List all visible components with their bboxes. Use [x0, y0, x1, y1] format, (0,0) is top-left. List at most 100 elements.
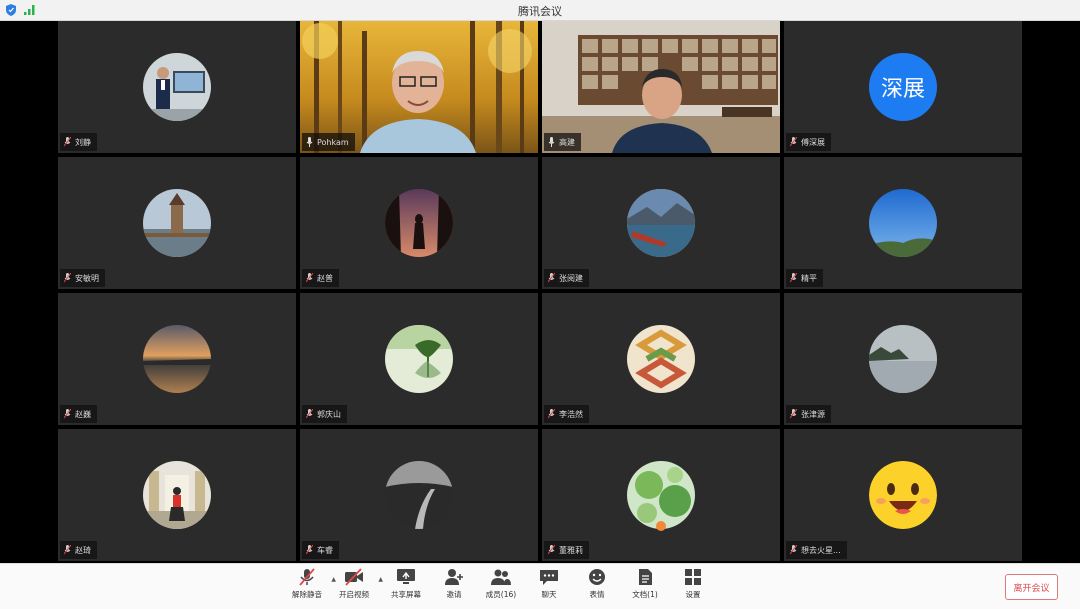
video-grid: 刘静 Pohkam 高建 深展 傅深展 安敏明 赵普 张阅建 精平 赵巍 郭庆山…	[0, 21, 1080, 563]
mic-muted-icon	[64, 545, 71, 555]
participant-name: 李浩然	[559, 409, 583, 419]
name-tag: 精平	[786, 269, 823, 287]
meeting-toolbar: 解除静音 ▲ 开启视频 ▲ 共享屏幕 邀请 成员(16) 聊天 表情 文档(1)…	[0, 563, 1080, 609]
participant-name: 安敏明	[75, 273, 99, 283]
members-label: 成员(16)	[485, 590, 517, 599]
unmute-label: 解除静音	[292, 590, 322, 599]
name-tag: 张阅建	[544, 269, 589, 287]
reactions-label: 表情	[589, 590, 605, 599]
participant-tile[interactable]: 车睿	[300, 429, 538, 561]
camera-off-icon	[345, 568, 363, 586]
avatar	[627, 325, 695, 393]
participant-tile[interactable]: 刘静	[58, 21, 296, 153]
documents-button[interactable]: 文档(1)	[622, 568, 668, 606]
participant-tile[interactable]: Pohkam	[300, 21, 538, 153]
avatar	[143, 53, 211, 121]
name-tag: 赵琦	[60, 541, 97, 559]
mic-muted-icon	[299, 568, 315, 586]
badge-icon	[656, 521, 666, 531]
document-icon	[639, 569, 652, 585]
unmute-button[interactable]: 解除静音 ▲	[284, 568, 336, 606]
add-user-icon	[445, 569, 463, 585]
mic-icon	[548, 137, 555, 147]
mic-muted-icon	[790, 137, 797, 147]
name-tag: 李浩然	[544, 405, 589, 423]
avatar	[385, 461, 453, 529]
mic-muted-icon	[64, 409, 71, 419]
chat-icon	[540, 570, 558, 585]
invite-button[interactable]: 邀请	[431, 568, 477, 606]
share-screen-label: 共享屏幕	[391, 590, 421, 599]
avatar	[627, 189, 695, 257]
apps-grid-icon	[685, 569, 701, 585]
start-video-button[interactable]: 开启视频 ▲	[331, 568, 383, 606]
participant-name: 董雅莉	[559, 545, 583, 555]
leave-meeting-button[interactable]: 离开会议	[1005, 574, 1058, 600]
avatar	[627, 461, 695, 529]
name-tag: 高建	[544, 133, 581, 151]
participant-tile[interactable]: 赵琦	[58, 429, 296, 561]
participant-tile[interactable]: 郭庆山	[300, 293, 538, 425]
avatar	[869, 325, 937, 393]
name-tag: Pohkam	[302, 133, 355, 151]
participant-name: 精平	[801, 273, 817, 283]
participant-tile[interactable]: 张津源	[784, 293, 1022, 425]
smiley-avatar	[869, 461, 937, 529]
mic-muted-icon	[306, 545, 313, 555]
participant-tile[interactable]: 安敏明	[58, 157, 296, 289]
name-tag: 傅深展	[786, 133, 831, 151]
name-tag: 车睿	[302, 541, 339, 559]
documents-label: 文档(1)	[632, 590, 658, 599]
participant-name: Pohkam	[317, 137, 349, 147]
participant-name: 高建	[559, 137, 575, 147]
participant-name: 郭庆山	[317, 409, 341, 419]
mic-muted-icon	[790, 409, 797, 419]
members-button[interactable]: 成员(16)	[478, 568, 524, 606]
share-screen-icon	[397, 569, 415, 584]
participant-tile[interactable]: 高建	[542, 21, 780, 153]
name-tag: 郭庆山	[302, 405, 347, 423]
title-bar: 腾讯会议	[0, 0, 1080, 21]
mic-muted-icon	[790, 273, 797, 283]
participant-name: 张阅建	[559, 273, 583, 283]
share-screen-button[interactable]: 共享屏幕	[383, 568, 429, 606]
mic-muted-icon	[64, 273, 71, 283]
mic-muted-icon	[548, 273, 555, 283]
participant-tile[interactable]: 董雅莉	[542, 429, 780, 561]
participant-tile[interactable]: 精平	[784, 157, 1022, 289]
avatar	[385, 189, 453, 257]
settings-button[interactable]: 设置	[670, 568, 716, 606]
name-tag: 赵普	[302, 269, 339, 287]
text-avatar: 深展	[869, 53, 937, 121]
participant-tile[interactable]: 想去火星...	[784, 429, 1022, 561]
invite-label: 邀请	[446, 590, 462, 599]
avatar	[143, 325, 211, 393]
mic-muted-icon	[306, 273, 313, 283]
window-title: 腾讯会议	[518, 5, 562, 18]
participant-tile[interactable]: 李浩然	[542, 293, 780, 425]
reactions-button[interactable]: 表情	[574, 568, 620, 606]
mic-muted-icon	[790, 545, 797, 555]
participant-name: 赵琦	[75, 545, 91, 555]
name-tag: 想去火星...	[786, 541, 847, 559]
name-tag: 赵巍	[60, 405, 97, 423]
name-tag: 安敏明	[60, 269, 105, 287]
chat-button[interactable]: 聊天	[526, 568, 572, 606]
participant-name: 刘静	[75, 137, 91, 147]
chat-label: 聊天	[541, 590, 557, 599]
participant-tile[interactable]: 赵巍	[58, 293, 296, 425]
name-tag: 董雅莉	[544, 541, 589, 559]
name-tag: 张津源	[786, 405, 831, 423]
participant-name: 赵普	[317, 273, 333, 283]
participant-tile[interactable]: 赵普	[300, 157, 538, 289]
mic-muted-icon	[548, 409, 555, 419]
start-video-label: 开启视频	[339, 590, 369, 599]
participant-name: 张津源	[801, 409, 825, 419]
avatar	[869, 189, 937, 257]
participant-tile[interactable]: 深展 傅深展	[784, 21, 1022, 153]
members-icon	[491, 569, 511, 585]
participant-tile[interactable]: 张阅建	[542, 157, 780, 289]
mic-muted-icon	[548, 545, 555, 555]
name-tag: 刘静	[60, 133, 97, 151]
mic-icon	[306, 137, 313, 147]
